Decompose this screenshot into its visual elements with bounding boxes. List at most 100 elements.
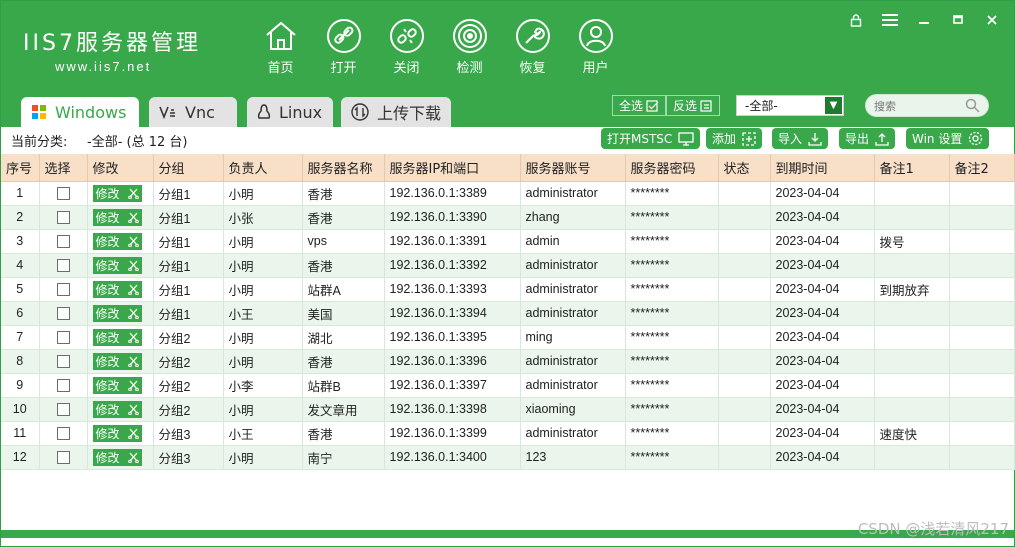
logo: IIS7服务器管理 www.iis7.net xyxy=(23,25,201,74)
table-row[interactable]: 7 修改 分组2 小明 湖北 192.136.0.1:3395 ming ******** 20… xyxy=(1,325,1015,350)
cell-note2 xyxy=(949,349,1015,374)
tab-windows[interactable]: Windows xyxy=(21,97,139,127)
table-row[interactable]: 4 修改 分组1 小明 香港 192.136.0.1:3392 administrator *… xyxy=(1,253,1015,278)
col-header-password[interactable]: 服务器密码 xyxy=(625,154,719,182)
cell-status xyxy=(718,301,771,326)
cell-status xyxy=(718,277,771,302)
minimize-icon[interactable] xyxy=(914,11,934,29)
edit-button[interactable]: 修改 xyxy=(92,208,142,226)
row-checkbox[interactable] xyxy=(56,307,70,321)
table-row[interactable]: 11 修改 分组3 小王 香港 192.136.0.1:3399 administrator… xyxy=(1,421,1015,446)
cell-no: 1 xyxy=(1,181,40,206)
toolbar-restore-button[interactable]: 恢复 xyxy=(501,18,564,76)
col-header-group[interactable]: 分组 xyxy=(153,154,224,182)
cell-note2 xyxy=(949,445,1015,470)
toolbar-user-button[interactable]: 用户 xyxy=(564,18,627,76)
category-select[interactable]: -全部- ▼ xyxy=(736,95,844,116)
edit-button[interactable]: 修改 xyxy=(92,304,142,322)
import-button[interactable]: 导入 xyxy=(772,128,829,149)
table-row[interactable]: 12 修改 分组3 小明 南宁 192.136.0.1:3400 123 ******** 20… xyxy=(1,445,1015,470)
edit-button[interactable]: 修改 xyxy=(92,448,142,466)
win-settings-label: Win 设置 xyxy=(912,132,963,146)
row-checkbox[interactable] xyxy=(56,331,70,345)
toolbar-home-button[interactable]: 首页 xyxy=(249,18,312,76)
row-checkbox[interactable] xyxy=(56,187,70,201)
cell-status xyxy=(718,253,771,278)
edit-button[interactable]: 修改 xyxy=(92,280,142,298)
cell-status xyxy=(718,397,771,422)
col-header-select[interactable]: 选择 xyxy=(39,154,88,182)
edit-button[interactable]: 修改 xyxy=(92,424,142,442)
search-input[interactable]: 搜索 xyxy=(865,94,989,117)
col-header-edit[interactable]: 修改 xyxy=(87,154,154,182)
table-row[interactable]: 8 修改 分组2 小明 香港 192.136.0.1:3396 administrator *… xyxy=(1,349,1015,374)
edit-button[interactable]: 修改 xyxy=(92,328,142,346)
col-header-no[interactable]: 序号 xyxy=(1,154,40,182)
cell-no: 2 xyxy=(1,205,40,230)
tab-linux[interactable]: Linux xyxy=(247,97,333,127)
edit-button[interactable]: 修改 xyxy=(92,184,142,202)
edit-button[interactable]: 修改 xyxy=(92,256,142,274)
row-checkbox[interactable] xyxy=(56,355,70,369)
col-header-account[interactable]: 服务器账号 xyxy=(520,154,626,182)
close-icon[interactable] xyxy=(982,11,1002,29)
export-button[interactable]: 导出 xyxy=(839,128,896,149)
cell-ip-port: 192.136.0.1:3396 xyxy=(384,349,521,374)
table-row[interactable]: 10 修改 分组2 小明 发文章用 192.136.0.1:3398 xiaoming ***… xyxy=(1,397,1015,422)
row-checkbox[interactable] xyxy=(56,283,70,297)
edit-button[interactable]: 修改 xyxy=(92,376,142,394)
table-row[interactable]: 5 修改 分组1 小明 站群A 192.136.0.1:3393 administrator… xyxy=(1,277,1015,302)
win-settings-button[interactable]: Win 设置 xyxy=(906,128,990,149)
toolbar-close-button[interactable]: 关闭 xyxy=(375,18,438,76)
chevron-down-icon[interactable]: ▼ xyxy=(825,97,842,114)
search-icon[interactable] xyxy=(965,98,980,116)
category-select-value: -全部- xyxy=(745,99,778,113)
invert-select-button[interactable]: 反选 xyxy=(666,95,721,116)
row-checkbox[interactable] xyxy=(56,211,70,225)
cell-note1 xyxy=(874,205,950,230)
cell-ip-port: 192.136.0.1:3399 xyxy=(384,421,521,446)
maximize-icon[interactable] xyxy=(948,11,968,29)
col-header-note2[interactable]: 备注2 xyxy=(949,154,1015,182)
tab-transfer[interactable]: 上传下载 xyxy=(341,97,451,127)
edit-button[interactable]: 修改 xyxy=(92,232,142,250)
row-checkbox[interactable] xyxy=(56,379,70,393)
col-header-expire[interactable]: 到期时间 xyxy=(770,154,875,182)
select-all-button[interactable]: 全选 xyxy=(612,95,667,116)
col-header-ip-port[interactable]: 服务器IP和端口 xyxy=(384,154,521,182)
edit-button-label: 修改 xyxy=(95,378,120,393)
col-header-status[interactable]: 状态 xyxy=(718,154,771,182)
tab-vnc[interactable]: Vnc xyxy=(149,97,237,127)
open-mstsc-button[interactable]: 打开MSTSC xyxy=(601,128,701,149)
cell-group: 分组2 xyxy=(153,397,224,422)
col-header-note1[interactable]: 备注1 xyxy=(874,154,950,182)
edit-button[interactable]: 修改 xyxy=(92,400,142,418)
invert-icon xyxy=(700,99,712,112)
cell-ip-port: 192.136.0.1:3389 xyxy=(384,181,521,206)
cell-ip-port: 192.136.0.1:3394 xyxy=(384,301,521,326)
table-row[interactable]: 2 修改 分组1 小张 香港 192.136.0.1:3390 zhang ******** 2… xyxy=(1,205,1015,230)
menu-icon[interactable] xyxy=(880,11,900,29)
cell-note1 xyxy=(874,349,950,374)
lock-icon[interactable] xyxy=(846,11,866,29)
table-row[interactable]: 9 修改 分组2 小李 站群B 192.136.0.1:3397 administrator… xyxy=(1,373,1015,398)
row-checkbox[interactable] xyxy=(56,427,70,441)
add-button[interactable]: 添加 xyxy=(706,128,763,149)
row-checkbox[interactable] xyxy=(56,403,70,417)
current-category-label: 当前分类: xyxy=(11,135,68,150)
cell-note2 xyxy=(949,373,1015,398)
table-row[interactable]: 6 修改 分组1 小王 美国 192.136.0.1:3394 administrator *… xyxy=(1,301,1015,326)
row-checkbox[interactable] xyxy=(56,235,70,249)
cell-owner: 小明 xyxy=(223,349,303,374)
row-checkbox[interactable] xyxy=(56,451,70,465)
cell-password: ******** xyxy=(625,229,719,254)
col-header-owner[interactable]: 负责人 xyxy=(223,154,303,182)
edit-button-label: 修改 xyxy=(95,210,120,225)
toolbar-check-button[interactable]: 检测 xyxy=(438,18,501,76)
edit-button[interactable]: 修改 xyxy=(92,352,142,370)
col-header-server-name[interactable]: 服务器名称 xyxy=(302,154,385,182)
table-row[interactable]: 1 修改 分组1 小明 香港 192.136.0.1:3389 administrator *… xyxy=(1,181,1015,206)
toolbar-open-button[interactable]: 打开 xyxy=(312,18,375,76)
row-checkbox[interactable] xyxy=(56,259,70,273)
table-row[interactable]: 3 修改 分组1 小明 vps 192.136.0.1:3391 admin ********… xyxy=(1,229,1015,254)
